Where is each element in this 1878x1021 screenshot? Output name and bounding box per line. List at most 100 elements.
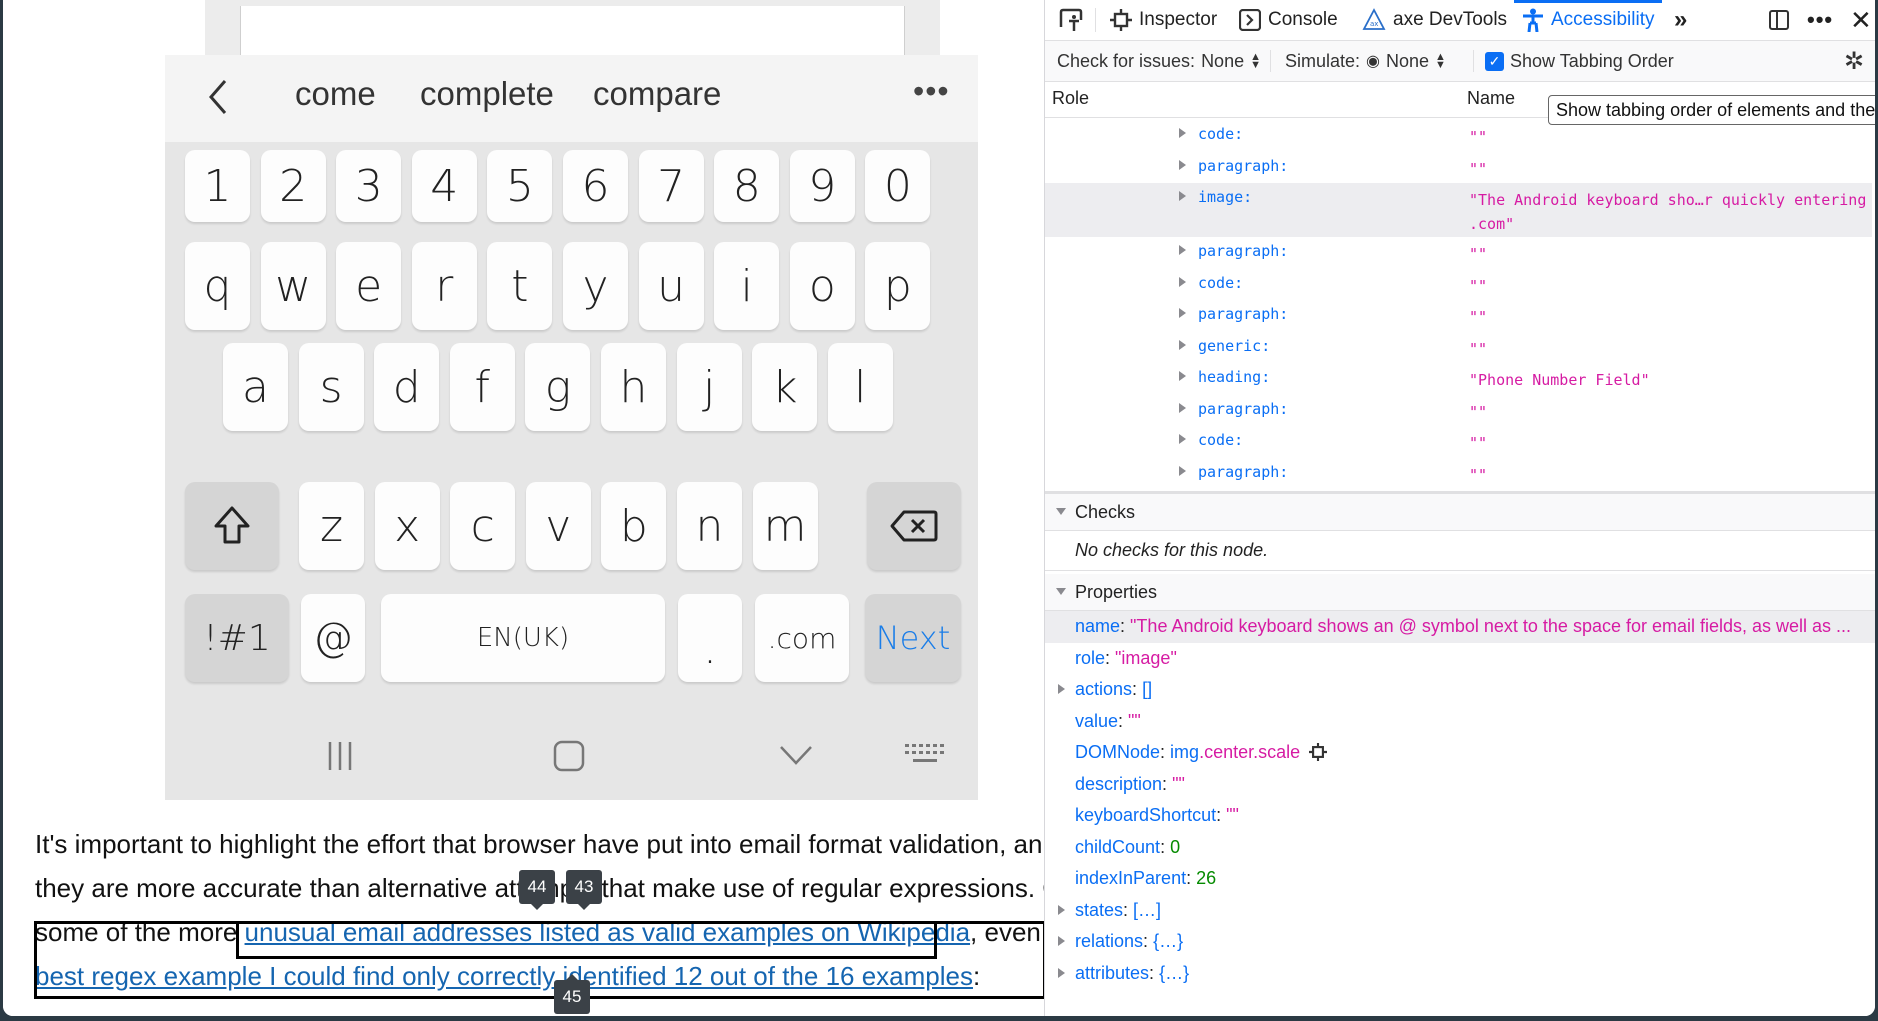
key-y: y — [563, 242, 628, 330]
element-picker-button[interactable] — [1058, 0, 1084, 40]
checks-content: No checks for this node. — [1045, 530, 1875, 571]
properties-section-header[interactable]: Properties — [1045, 574, 1875, 611]
property-row-childcount[interactable]: childCount: 0 — [1045, 832, 1875, 864]
property-row-actions[interactable]: actions: [] — [1045, 674, 1875, 706]
tree-row[interactable]: image: "The Android keyboard sho…r quickl… — [1045, 183, 1875, 237]
property-key: description — [1075, 773, 1163, 794]
simulate-select[interactable]: Simulate: ◉ None ▲ ▼ — [1285, 41, 1446, 81]
filter-divider — [1270, 50, 1271, 72]
property-row-name[interactable]: name: "The Android keyboard shows an @ s… — [1045, 611, 1875, 643]
property-key: value — [1075, 710, 1119, 731]
key-o: o — [789, 242, 855, 330]
expanded-arrow-icon — [1056, 508, 1066, 515]
symbols-key: !#1 — [185, 594, 289, 682]
key-p: p — [865, 242, 931, 330]
tree-row-name: "" — [1469, 434, 1488, 452]
backspace-icon — [890, 510, 938, 542]
collapsed-arrow-icon[interactable] — [1179, 276, 1186, 287]
dotcom-key: .com — [755, 594, 849, 682]
more-tabs-button[interactable]: » — [1674, 0, 1687, 40]
show-tabbing-order-checkbox[interactable]: ✓ Show Tabbing Order — [1485, 41, 1674, 81]
tree-row[interactable]: paragraph: "" — [1045, 237, 1875, 269]
dock-button[interactable] — [1768, 0, 1790, 40]
property-value: "" — [1172, 773, 1185, 794]
tree-scrollbar[interactable] — [1872, 120, 1875, 490]
updown-icon: ▲ ▼ — [1250, 51, 1261, 71]
key-u: u — [638, 242, 704, 330]
tree-row[interactable]: paragraph: "" — [1045, 395, 1875, 427]
property-row-domnode[interactable]: DOMNode: img.center.scale — [1045, 737, 1875, 769]
collapsed-arrow-icon[interactable] — [1179, 434, 1186, 444]
property-row-relations[interactable]: relations: {…} — [1045, 926, 1875, 958]
collapsed-arrow-icon[interactable] — [1179, 308, 1186, 318]
property-value: {…} — [1153, 931, 1184, 951]
ellipsis-icon: ••• — [1807, 7, 1834, 32]
console-icon — [1239, 9, 1261, 31]
key-v: v — [525, 482, 591, 570]
column-role[interactable]: Role — [1052, 88, 1089, 109]
domnode-classes[interactable]: .center.scale — [1199, 742, 1300, 762]
tab-console[interactable]: Console — [1239, 0, 1338, 40]
property-value: [] — [1142, 679, 1153, 699]
key-a: a — [223, 343, 288, 431]
tree-row[interactable]: heading: "Phone Number Field" — [1045, 363, 1875, 395]
key-1: 1 — [185, 150, 250, 222]
inspector-icon — [1110, 9, 1132, 31]
property-row-states[interactable]: states: […] — [1045, 895, 1875, 927]
column-name[interactable]: Name — [1467, 88, 1515, 109]
accessibility-icon — [1523, 8, 1543, 32]
collapsed-arrow-icon[interactable] — [1179, 371, 1186, 381]
key-x: x — [374, 482, 440, 570]
axe-icon: ax — [1362, 8, 1386, 30]
options-button[interactable]: ••• — [1807, 0, 1833, 40]
domnode-tag[interactable]: img — [1170, 742, 1199, 762]
property-row-role[interactable]: role: "image" — [1045, 643, 1875, 675]
checks-title: Checks — [1075, 502, 1136, 522]
property-value: […] — [1133, 899, 1162, 920]
tree-row[interactable]: generic: "" — [1045, 332, 1875, 364]
collapsed-arrow-icon[interactable] — [1179, 245, 1186, 255]
close-button[interactable]: ✕ — [1850, 0, 1872, 40]
collapsed-arrow-icon[interactable] — [1179, 339, 1186, 350]
tree-row-name: "" — [1469, 276, 1488, 295]
property-key: role — [1075, 647, 1106, 668]
collapsed-arrow-icon[interactable] — [1179, 191, 1186, 201]
tree-row-role: image: — [1198, 188, 1253, 206]
tab-accessibility[interactable]: Accessibility — [1513, 0, 1663, 40]
tab-axe-devtools[interactable]: ax axe DevTools — [1362, 0, 1507, 40]
tree-row-name: "" — [1469, 339, 1488, 358]
property-key: childCount — [1075, 836, 1161, 857]
tree-row-name: "" — [1469, 402, 1488, 421]
collapsed-arrow-icon[interactable] — [1179, 465, 1186, 476]
property-value: 26 — [1196, 868, 1217, 888]
check-issues-value: None — [1201, 50, 1245, 71]
property-key: relations — [1075, 931, 1144, 951]
key-d: d — [374, 343, 440, 431]
select-node-icon[interactable] — [1309, 743, 1328, 761]
tab-order-badge: 45 — [554, 974, 590, 1014]
collapsed-arrow-icon[interactable] — [1179, 128, 1186, 138]
tab-label: Accessibility — [1551, 9, 1655, 30]
tree-row-role: paragraph: — [1198, 399, 1289, 418]
tree-row[interactable]: paragraph: "" — [1045, 300, 1875, 332]
checks-section-header[interactable]: Checks — [1045, 494, 1875, 531]
property-key: attributes — [1075, 962, 1150, 983]
tree-row[interactable]: code: "" — [1045, 269, 1875, 301]
property-row-attributes[interactable]: attributes: {…} — [1045, 958, 1875, 990]
tab-inspector[interactable]: Inspector — [1110, 0, 1217, 40]
settings-button[interactable]: ✲ — [1844, 41, 1864, 81]
check-issues-select[interactable]: Check for issues: None ▲ ▼ — [1057, 41, 1261, 81]
filter-bar: Check for issues: None ▲ ▼ Simulate: ◉ No… — [1045, 41, 1875, 82]
property-row-value[interactable]: value: "" — [1045, 706, 1875, 738]
tree-row[interactable]: code: "" — [1045, 426, 1875, 458]
property-row-description[interactable]: description: "" — [1045, 769, 1875, 801]
tree-row[interactable]: paragraph: "" — [1045, 152, 1875, 184]
updown-icon: ▲ ▼ — [1435, 51, 1446, 71]
screenshot-email-input — [240, 6, 905, 59]
collapsed-arrow-icon[interactable] — [1179, 402, 1186, 413]
tree-row[interactable]: paragraph: "" — [1045, 458, 1875, 490]
property-row-indexinparent[interactable]: indexInParent: 26 — [1045, 863, 1875, 895]
collapsed-arrow-icon[interactable] — [1179, 159, 1186, 170]
tree-row-role: code: — [1198, 273, 1244, 292]
property-row-keyboardshortcut[interactable]: keyboardShortcut: "" — [1045, 800, 1875, 832]
